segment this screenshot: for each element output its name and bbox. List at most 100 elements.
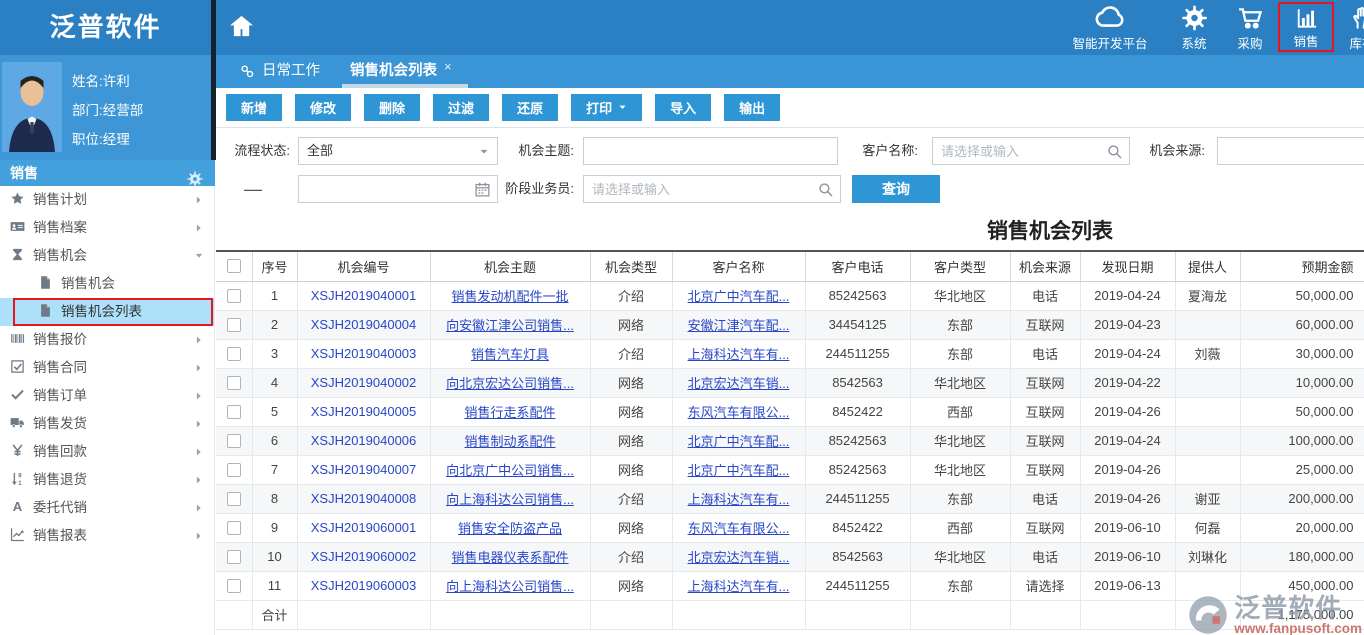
search-icon[interactable] [817, 181, 834, 198]
subject-link[interactable]: 销售制动系配件 [464, 434, 555, 449]
edit-button[interactable]: 修改 [295, 94, 351, 121]
row-checkbox[interactable] [227, 550, 241, 564]
sidebar-item-sales-plan[interactable]: 销售计划 [0, 186, 214, 214]
topnav-inventory[interactable]: 库存 [1334, 0, 1364, 52]
code-link[interactable]: XSJH2019040006 [311, 433, 417, 448]
gear-icon [1181, 5, 1208, 31]
customer-link[interactable]: 东风汽车有限公... [688, 405, 790, 420]
query-button[interactable]: 查询 [852, 175, 940, 203]
sidebar-item-sales-payment[interactable]: 销售回款 [0, 438, 214, 466]
customer-link[interactable]: 北京宏达汽车销... [688, 550, 790, 565]
subject-label: 机会主题: [502, 137, 574, 165]
subject-link[interactable]: 向上海科达公司销售... [446, 492, 574, 507]
cell-provider [1175, 310, 1240, 339]
row-checkbox[interactable] [227, 318, 241, 332]
empty-cell [590, 600, 672, 629]
restore-button[interactable]: 还原 [502, 94, 558, 121]
row-checkbox[interactable] [227, 376, 241, 390]
cell-subject: 向上海科达公司销售... [430, 484, 590, 513]
home-button[interactable] [228, 13, 258, 43]
code-link[interactable]: XSJH2019060001 [311, 520, 417, 535]
subject-link[interactable]: 销售安全防盗产品 [458, 521, 562, 536]
row-checkbox[interactable] [227, 463, 241, 477]
subject-link[interactable]: 向安徽江津公司销售... [446, 318, 574, 333]
code-link[interactable]: XSJH2019040003 [311, 346, 417, 361]
cell-provider: 谢亚 [1175, 484, 1240, 513]
list-title: 销售机会列表 [940, 215, 1160, 245]
cell-source: 电话 [1010, 339, 1080, 368]
cell-ctype: 西部 [910, 513, 1010, 542]
delete-button[interactable]: 删除 [364, 94, 420, 121]
staff-input[interactable] [584, 176, 840, 202]
sidebar-item-sales-quote[interactable]: 销售报价 [0, 326, 214, 354]
cell-customer: 北京广中汽车配... [672, 281, 805, 310]
cell-no: 11 [252, 571, 297, 600]
sidebar-item-label: 销售机会 [33, 248, 87, 263]
sidebar-item-sales-return[interactable]: 销售退货 [0, 466, 214, 494]
sidebar-item-sales-order[interactable]: 销售订单 [0, 382, 214, 410]
sidebar-item-sales-opportunity-list[interactable]: 销售机会列表 [0, 298, 214, 326]
chevron-right-icon [194, 419, 204, 429]
table-total-row: 合计1,175,000.00 [216, 600, 1364, 629]
row-checkbox[interactable] [227, 405, 241, 419]
import-button[interactable]: 导入 [655, 94, 711, 121]
sidebar-item-sales-opportunity-entry[interactable]: 销售机会 [0, 270, 214, 298]
filter-button[interactable]: 过滤 [433, 94, 489, 121]
customer-link[interactable]: 北京广中汽车配... [688, 463, 790, 478]
topnav-purchase[interactable]: 采购 [1222, 0, 1278, 52]
row-checkbox[interactable] [227, 521, 241, 535]
customer-link[interactable]: 安徽江津汽车配... [688, 318, 790, 333]
customer-link[interactable]: 东风汽车有限公... [688, 521, 790, 536]
export-button[interactable]: 输出 [724, 94, 780, 121]
sidebar-item-sales-contract[interactable]: 销售合同 [0, 354, 214, 382]
topnav-system[interactable]: 系统 [1166, 0, 1222, 52]
sidebar-item-sales-delivery[interactable]: 销售发货 [0, 410, 214, 438]
sidebar-item-sales-report[interactable]: 销售报表 [0, 522, 214, 550]
select-all-checkbox[interactable] [227, 259, 241, 273]
code-link[interactable]: XSJH2019040007 [311, 462, 417, 477]
subject-link[interactable]: 销售行走系配件 [464, 405, 555, 420]
customer-link[interactable]: 北京广中汽车配... [688, 434, 790, 449]
row-checkbox[interactable] [227, 289, 241, 303]
customer-link[interactable]: 上海科达汽车有... [688, 579, 790, 594]
topnav-sales[interactable]: 销售 [1278, 2, 1334, 52]
code-link[interactable]: XSJH2019040005 [311, 404, 417, 419]
print-button[interactable]: 打印 [571, 94, 642, 121]
row-checkbox[interactable] [227, 434, 241, 448]
subject-link[interactable]: 销售汽车灯具 [471, 347, 549, 362]
customer-link[interactable]: 北京宏达汽车销... [688, 376, 790, 391]
search-icon[interactable] [1106, 143, 1123, 160]
customer-link[interactable]: 北京广中汽车配... [688, 289, 790, 304]
code-link[interactable]: XSJH2019040002 [311, 375, 417, 390]
table-row: 11XSJH2019060003向上海科达公司销售...网络上海科达汽车有...… [216, 571, 1364, 600]
subject-input[interactable] [584, 138, 837, 164]
topnav-smart-dev-platform[interactable]: 智能开发平台 [1054, 0, 1166, 52]
subject-link[interactable]: 向上海科达公司销售... [446, 579, 574, 594]
sidebar-item-consignment[interactable]: 委托代销 [0, 494, 214, 522]
source-input[interactable] [1218, 138, 1364, 164]
cell-ctype: 华北地区 [910, 455, 1010, 484]
add-button[interactable]: 新增 [226, 94, 282, 121]
code-link[interactable]: XSJH2019060003 [311, 578, 417, 593]
sidebar-settings-button[interactable] [187, 165, 203, 181]
subject-link[interactable]: 向北京宏达公司销售... [446, 376, 574, 391]
tab-daily-work[interactable]: 日常工作 [240, 55, 320, 88]
tab-sales-opportunity-list[interactable]: 销售机会列表 × [350, 55, 452, 88]
date-input[interactable] [299, 176, 497, 202]
row-checkbox[interactable] [227, 579, 241, 593]
code-link[interactable]: XSJH2019040001 [311, 288, 417, 303]
status-select[interactable]: 全部 [298, 137, 498, 165]
row-checkbox[interactable] [227, 492, 241, 506]
code-link[interactable]: XSJH2019060002 [311, 549, 417, 564]
customer-input[interactable] [933, 138, 1129, 164]
subject-link[interactable]: 向北京广中公司销售... [446, 463, 574, 478]
row-checkbox[interactable] [227, 347, 241, 361]
code-link[interactable]: XSJH2019040004 [311, 317, 417, 332]
customer-link[interactable]: 上海科达汽车有... [688, 347, 790, 362]
subject-link[interactable]: 销售发动机配件一批 [451, 289, 568, 304]
customer-link[interactable]: 上海科达汽车有... [688, 492, 790, 507]
sidebar-item-sales-opportunity[interactable]: 销售机会 [0, 242, 214, 270]
code-link[interactable]: XSJH2019040008 [311, 491, 417, 506]
sidebar-item-sales-archive[interactable]: 销售档案 [0, 214, 214, 242]
subject-link[interactable]: 销售电器仪表系配件 [451, 550, 568, 565]
